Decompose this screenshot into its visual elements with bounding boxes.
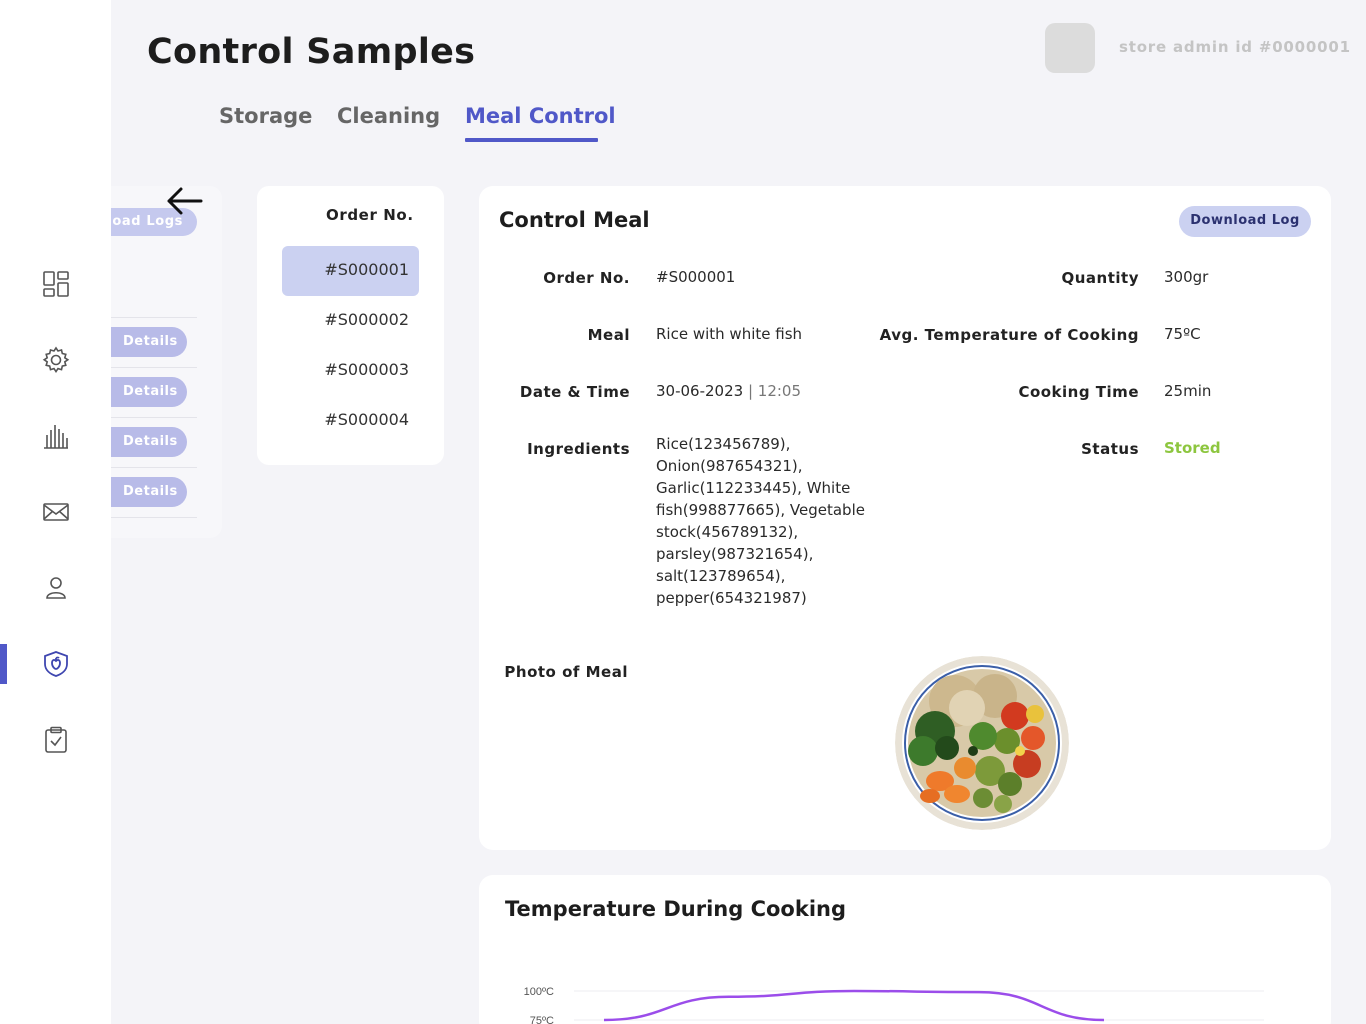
shield-icon [43,651,68,677]
date-time-value: 30-06-2023 | 12:05 [656,382,801,400]
meal-label: Meal [587,326,630,344]
order-no-value: #S000001 [656,268,736,286]
status-badge: Stored [1164,439,1221,457]
order-list-item[interactable]: #S000001 [282,246,419,296]
order-number: #S000004 [324,410,409,429]
cooking-time-label: Cooking Time [1018,383,1139,401]
quantity-value: 300gr [1164,268,1209,286]
temperature-chart: 100ºC 75ºC [524,986,1264,1024]
log-divider [111,367,197,368]
details-button[interactable]: Details [111,377,187,407]
order-number: #S000003 [324,360,409,379]
sidebar-item-messages[interactable] [0,492,111,532]
log-divider [111,517,197,518]
chart-series-line [603,989,1105,1022]
download-log-button[interactable]: Download Log [1179,206,1311,237]
chart-y-tick-label: 75ºC [530,1015,554,1024]
sidebar-item-control-samples[interactable] [0,644,111,684]
tab-meal-control[interactable]: Meal Control [465,104,616,128]
active-tab-underline [465,138,598,142]
details-button[interactable]: Details [111,477,187,507]
date-time-separator: | [743,382,758,400]
date-value: 30-06-2023 [656,382,744,400]
meal-photo [895,656,1069,830]
status-label: Status [1081,440,1139,458]
date-time-label: Date & Time [519,383,630,401]
details-label: Details [123,334,178,349]
avg-temperature-value: 75ºC [1164,325,1201,343]
sidebar-item-users[interactable] [0,568,111,608]
chart-y-tick-label: 100ºC [524,986,554,998]
details-button[interactable]: Details [111,427,187,457]
order-number: #S000001 [324,260,409,279]
details-label: Details [123,434,178,449]
avatar[interactable] [1045,23,1095,73]
order-number: #S000002 [324,310,409,329]
log-divider [111,417,197,418]
control-meal-title: Control Meal [499,208,650,232]
sidebar-item-checklist[interactable] [0,720,111,760]
details-label: Details [123,384,178,399]
time-value: 12:05 [757,382,802,400]
order-list-item[interactable]: #S000002 [282,296,419,346]
sidebar-item-settings[interactable] [0,340,111,380]
download-log-label: Download Log [1190,213,1300,228]
admin-id: store admin id #0000001 [1119,38,1351,56]
ingredients-label: Ingredients [527,440,630,458]
sidebar-item-analytics[interactable] [0,416,111,456]
details-label: Details [123,484,178,499]
order-no-label: Order No. [543,269,630,287]
user-icon [45,577,66,599]
ingredients-value: Rice(123456789), Onion(987654321), Garli… [656,435,865,607]
gear-icon [42,346,69,374]
clipboard-check-icon [44,726,67,753]
mail-icon [42,503,69,521]
back-arrow-icon[interactable] [164,184,204,218]
cooking-time-value: 25min [1164,382,1212,400]
order-list-item[interactable]: #S000004 [282,396,419,446]
page-title: Control Samples [147,32,476,72]
sidebar [0,0,111,1024]
log-divider [111,317,197,318]
photo-label: Photo of Meal [504,663,628,681]
quantity-label: Quantity [1061,269,1139,287]
dashboard-icon [42,271,69,297]
order-list-heading: Order No. [326,206,414,224]
order-list-item[interactable]: #S000003 [282,346,419,396]
sidebar-item-dashboard[interactable] [0,264,111,304]
tab-storage[interactable]: Storage [219,104,312,128]
tab-cleaning[interactable]: Cleaning [337,104,440,128]
bar-chart-icon [43,425,68,449]
log-divider [111,467,197,468]
details-button[interactable]: Details [111,327,187,357]
meal-value: Rice with white fish [656,325,803,343]
avg-temperature-label: Avg. Temperature of Cooking [879,326,1139,344]
active-nav-indicator [0,644,7,684]
